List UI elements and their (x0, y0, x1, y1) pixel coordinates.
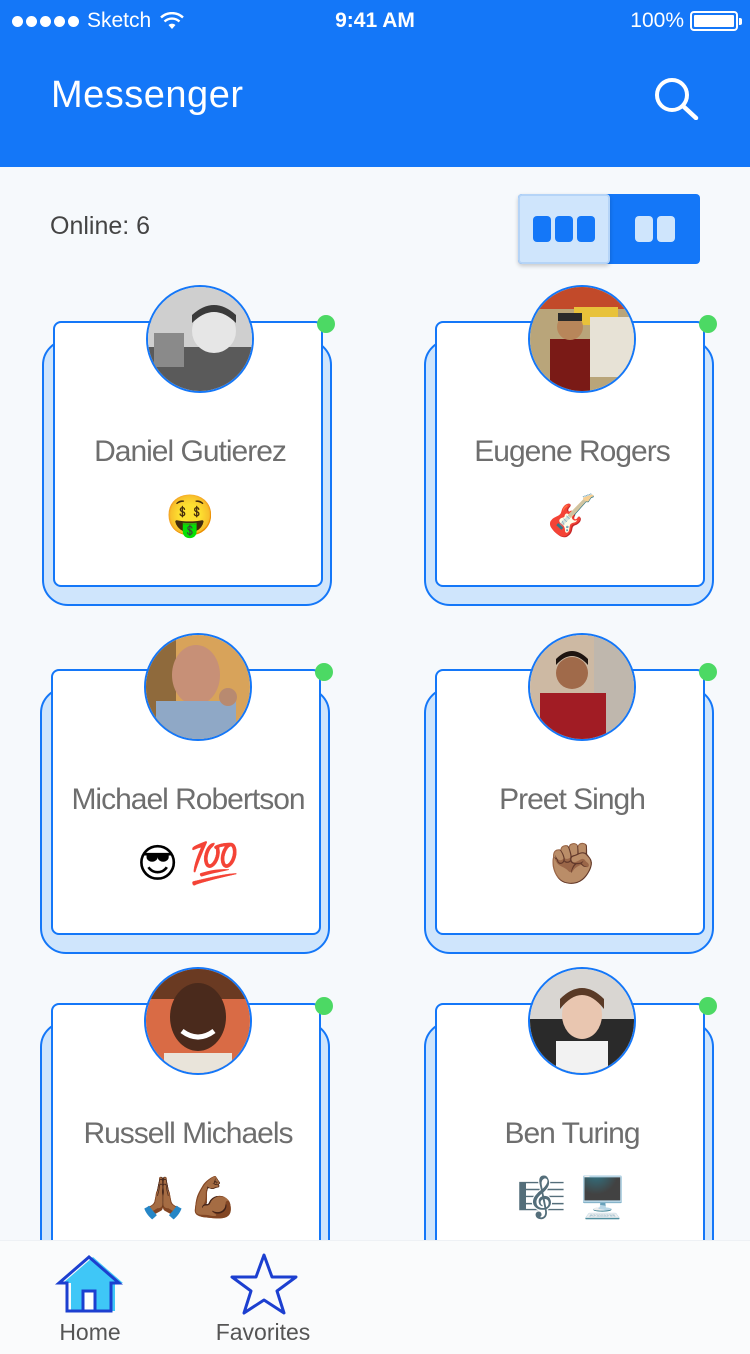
star-icon (230, 1253, 298, 1315)
home-icon (55, 1255, 124, 1313)
avatar (528, 633, 636, 741)
contact-status-emoji: 🎼 🖥️ (516, 1176, 628, 1220)
tab-home[interactable]: Home (10, 1241, 170, 1354)
tab-home-label: Home (59, 1319, 121, 1345)
contact-status-emoji: 🤑 (165, 494, 215, 538)
contact-name: Russell Michaels (83, 1117, 293, 1150)
avatar (144, 967, 252, 1075)
contact-name: Preet Singh (499, 783, 646, 816)
contact-status-emoji: ✊🏽 (547, 842, 597, 886)
contact-card[interactable]: Eugene Rogers 🎸 (424, 285, 717, 606)
online-indicator (317, 315, 335, 333)
tab-bar: Home Favorites (0, 1240, 750, 1354)
contact-grid: Daniel Gutierez 🤑 Eugene Rogers 🎸 Michae… (0, 0, 750, 1354)
avatar (528, 967, 636, 1075)
tab-favorites[interactable]: Favorites (183, 1241, 343, 1354)
avatar (528, 285, 636, 393)
contact-card[interactable]: Michael Robertson 😎 💯 (40, 633, 333, 954)
contact-card[interactable]: Preet Singh ✊🏽 (424, 633, 717, 954)
online-indicator (699, 997, 717, 1015)
contact-status-emoji: 🙏🏾💪🏾 (138, 1176, 238, 1220)
contact-name: Ben Turing (504, 1117, 640, 1150)
tab-favorites-label: Favorites (215, 1319, 311, 1345)
contact-name: Michael Robertson (71, 783, 305, 816)
contact-card[interactable]: Daniel Gutierez 🤑 (42, 285, 335, 606)
online-indicator (699, 315, 717, 333)
avatar (146, 285, 254, 393)
contact-status-emoji: 😎 💯 (136, 842, 240, 886)
contact-status-emoji: 🎸 (547, 494, 597, 538)
online-indicator (699, 663, 717, 681)
contact-name: Eugene Rogers (474, 435, 670, 468)
avatar (144, 633, 252, 741)
contact-name: Daniel Gutierez (94, 435, 287, 468)
online-indicator (315, 997, 333, 1015)
online-indicator (315, 663, 333, 681)
